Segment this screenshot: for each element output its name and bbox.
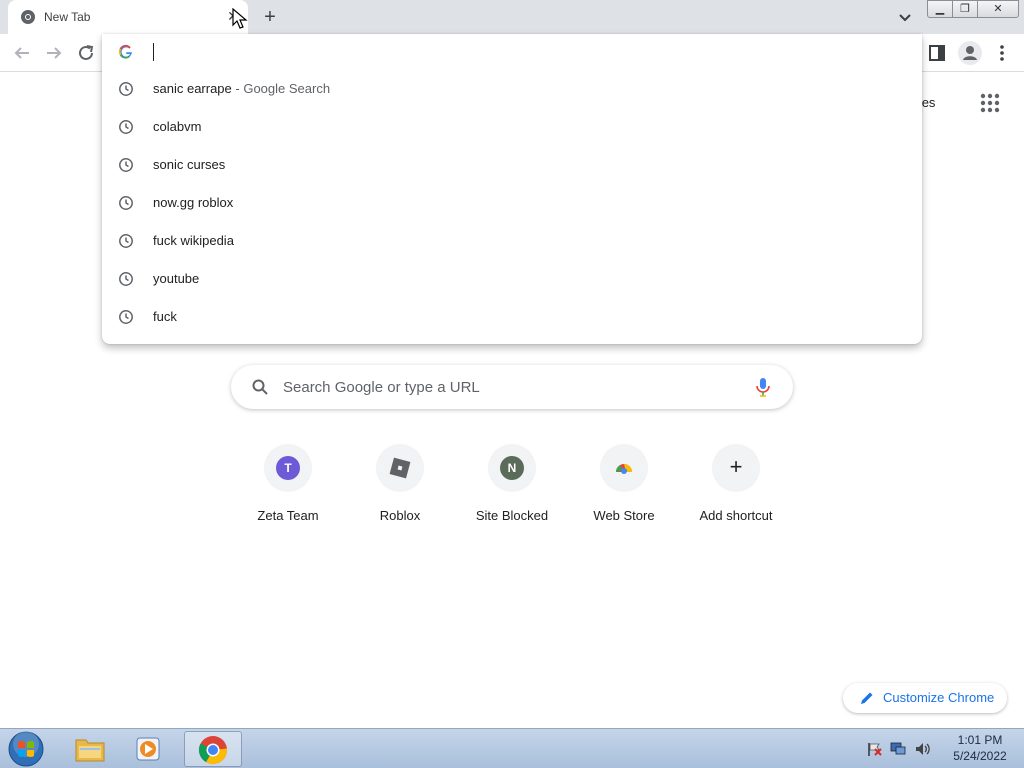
history-clock-icon [119,196,133,210]
minimize-button[interactable]: ▁ [927,0,953,18]
tab-title: New Tab [44,10,91,24]
shortcut-tile[interactable]: T Zeta Team [232,444,344,534]
shortcut-label: Roblox [379,508,421,523]
action-center-flag-icon[interactable] [866,741,882,757]
omnibox-dropdown: sanic earrape - Google Search colabvm so… [102,34,922,344]
suggestion-text: colabvm [153,119,202,134]
side-panel-icon[interactable] [926,42,948,64]
mouse-cursor-icon [232,8,248,29]
web-store-icon [616,464,632,474]
pencil-icon [861,692,873,704]
suggestion-item[interactable]: sanic earrape - Google Search [102,70,922,108]
omnibox-input[interactable] [152,42,892,64]
shortcut-label: Web Store [593,508,655,523]
text-caret [153,43,154,61]
reload-icon[interactable] [73,40,99,66]
suggestion-item[interactable]: sonic curses [102,146,922,184]
ntp-search-input[interactable] [283,376,743,398]
shortcut-icon-circle: T [264,444,312,492]
back-arrow-icon[interactable] [9,40,35,66]
clock-time[interactable]: 1:01 PM [942,733,1018,747]
folder-icon [75,739,105,762]
suggestion-text: sanic earrape [153,81,232,96]
suggestion-text: fuck wikipedia [153,233,234,248]
tab-search-chevron-icon[interactable] [894,6,916,28]
shortcut-label: Zeta Team [257,508,319,523]
new-tab-button[interactable]: + [258,5,282,29]
customize-chrome-button[interactable]: Customize Chrome [843,683,1007,713]
shortcut-tile[interactable]: + Add shortcut [680,444,792,534]
windows-start-orb-icon[interactable] [4,730,48,768]
kebab-menu-icon[interactable] [992,42,1012,64]
network-icon[interactable] [890,741,906,757]
volume-icon[interactable] [914,741,930,757]
restore-button[interactable]: ❐ [952,0,978,18]
google-g-icon [118,44,132,59]
tab-new-tab[interactable]: New Tab ✕ [8,0,248,34]
system-tray: 1:01 PM 5/24/2022 [860,729,1024,768]
shortcut-icon-circle: N [488,444,536,492]
suggestion-item[interactable]: colabvm [102,108,922,146]
taskbar: 1:01 PM 5/24/2022 [0,728,1024,768]
history-clock-icon [119,234,133,248]
shortcut-icon-circle [376,444,424,492]
suggestion-text: sonic curses [153,157,226,172]
microphone-icon[interactable] [754,377,772,397]
shortcut-label: Site Blocked [475,508,549,523]
chrome-icon [21,10,35,24]
history-clock-icon [119,82,133,96]
search-icon [252,379,268,395]
shortcut-tile[interactable]: Web Store [568,444,680,534]
chrome-logo-icon [198,736,227,764]
ntp-search-box[interactable] [231,365,793,409]
zeta-team-favicon-icon: T [276,456,300,480]
history-clock-icon [119,272,133,286]
google-apps-grid-icon[interactable] [979,92,1001,114]
suggestion-item[interactable]: youtube [102,260,922,298]
history-clock-icon [119,310,133,324]
taskbar-chrome-button[interactable] [184,731,242,767]
tab-strip: New Tab ✕ + ▁ ❐ ✕ [0,0,1024,34]
shortcut-tile[interactable]: N Site Blocked [456,444,568,534]
close-window-button[interactable]: ✕ [977,0,1019,18]
shortcut-icon-circle [600,444,648,492]
profile-avatar-icon[interactable] [958,41,982,65]
shortcut-tile[interactable]: Roblox [344,444,456,534]
suggestion-item[interactable]: fuck wikipedia [102,222,922,260]
taskbar-media-player-button[interactable] [122,731,178,767]
suggestion-text: youtube [153,271,200,286]
suggestion-item[interactable]: now.gg roblox [102,184,922,222]
suggestion-separator: - [231,81,244,96]
suggestion-text: fuck [153,309,177,324]
shortcut-label: Add shortcut [699,508,773,523]
roblox-logo-icon [389,457,411,479]
site-blocked-favicon-icon: N [500,456,524,480]
suggestion-description: Google Search [243,81,331,96]
suggestion-item[interactable]: fuck [102,298,922,336]
shortcut-icon-circle: + [712,444,760,492]
suggestion-text: now.gg roblox [153,195,234,210]
media-player-icon [136,737,160,761]
clock-date[interactable]: 5/24/2022 [942,749,1018,763]
forward-arrow-icon[interactable] [41,40,67,66]
customize-chrome-label: Customize Chrome [883,690,995,705]
taskbar-explorer-button[interactable] [62,731,118,767]
history-clock-icon [119,158,133,172]
history-clock-icon [119,120,133,134]
add-icon: + [729,454,743,479]
